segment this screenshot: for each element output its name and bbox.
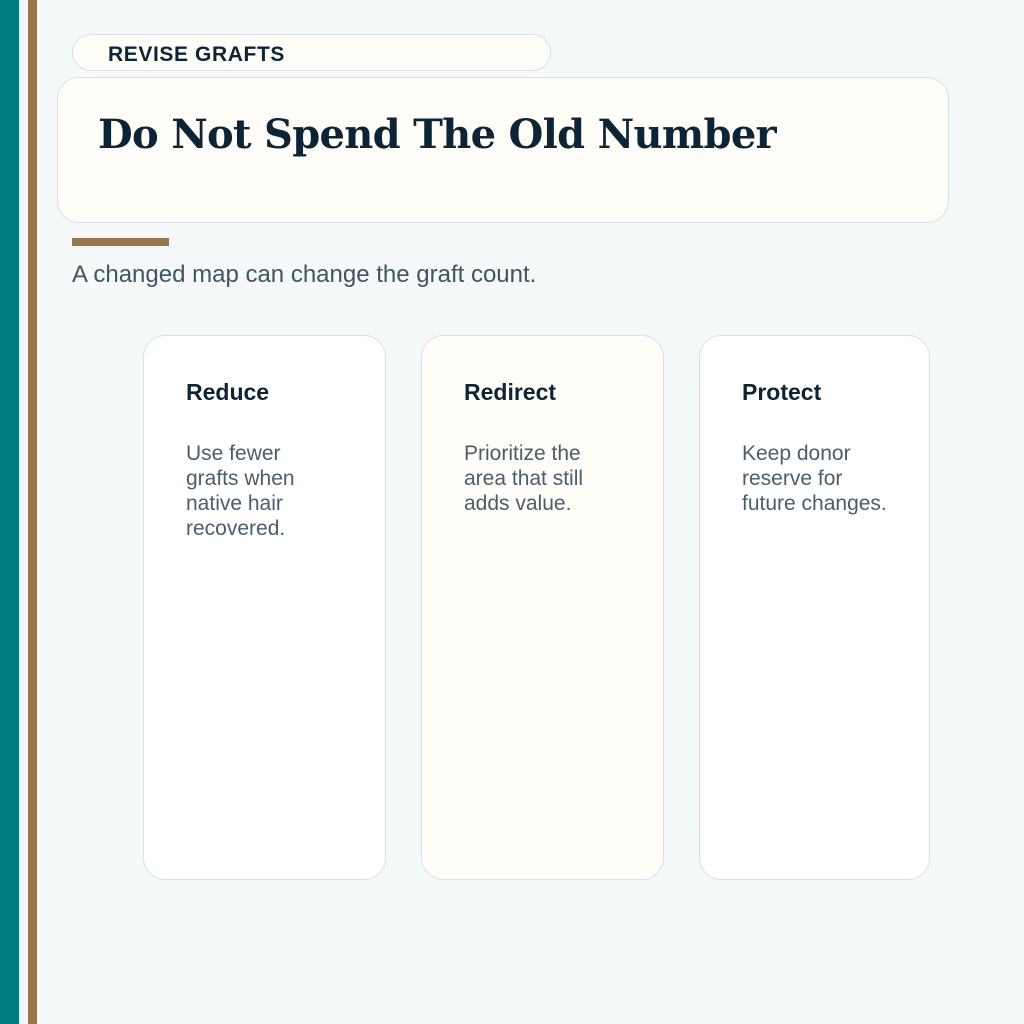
card-title: Protect (742, 379, 822, 405)
card-redirect: Redirect Prioritize the area that still … (421, 335, 664, 880)
accent-rule (72, 238, 169, 246)
eyebrow-label: REVISE GRAFTS (108, 43, 285, 66)
card-title: Redirect (464, 379, 557, 405)
card-body: Use fewer grafts when native hair recove… (186, 442, 295, 540)
left-teal-stripe (0, 0, 19, 1024)
left-tan-stripe (28, 0, 37, 1024)
page-subtitle: A changed map can change the graft count… (72, 261, 537, 288)
card-title: Reduce (186, 379, 270, 405)
card-body: Keep donor reserve for future changes. (742, 442, 887, 515)
card-protect: Protect Keep donor reserve for future ch… (699, 335, 930, 880)
section-eyebrow: REVISE GRAFTS (72, 34, 551, 71)
card-body: Prioritize the area that still adds valu… (464, 442, 584, 515)
card-reduce: Reduce Use fewer grafts when native hair… (143, 335, 386, 880)
title-panel: Do Not Spend The Old Number (57, 77, 949, 223)
page-title: Do Not Spend The Old Number (98, 111, 777, 158)
